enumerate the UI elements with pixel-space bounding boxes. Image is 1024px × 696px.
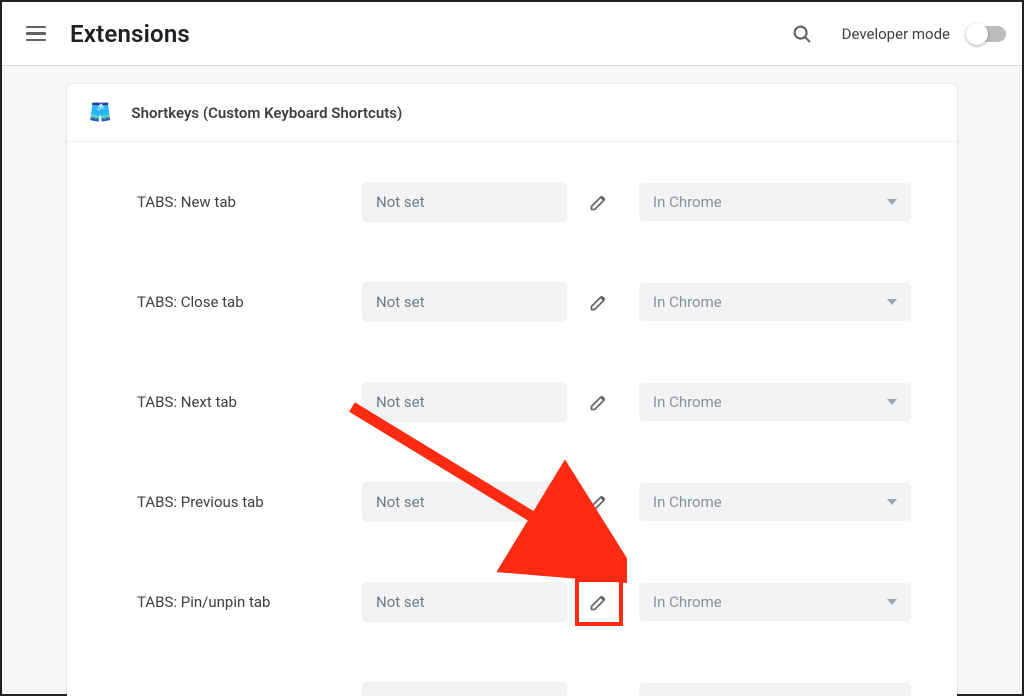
edit-shortcut-button[interactable] xyxy=(588,691,610,696)
developer-mode-label: Developer mode xyxy=(842,25,950,43)
developer-mode-toggle[interactable] xyxy=(968,26,1006,42)
scope-select-value: In Chrome xyxy=(653,193,722,211)
chevron-down-icon xyxy=(887,199,897,205)
scope-select[interactable]: In Chrome xyxy=(639,483,911,521)
scope-select[interactable]: In Chrome xyxy=(639,683,911,696)
page-title: Extensions xyxy=(70,20,190,48)
chevron-down-icon xyxy=(887,499,897,505)
pencil-icon xyxy=(589,392,609,412)
shortcut-row: TABS: Pin/unpin tabNot set In Chrome xyxy=(67,552,957,652)
edit-shortcut-button[interactable] xyxy=(588,391,610,413)
shortcut-input[interactable]: Not set xyxy=(362,282,567,322)
chevron-down-icon xyxy=(887,299,897,305)
pencil-icon xyxy=(589,192,609,212)
edit-cell xyxy=(575,678,623,696)
page-body: 🩳 Shortkeys (Custom Keyboard Shortcuts) … xyxy=(2,66,1022,694)
shortcut-row: TABS: Mute/unmute tabNot setIn Chrome xyxy=(67,652,957,696)
top-toolbar: Extensions Developer mode xyxy=(2,2,1022,66)
edit-shortcut-button[interactable] xyxy=(588,291,610,313)
menu-icon[interactable] xyxy=(26,22,50,46)
pencil-icon xyxy=(589,592,609,612)
chevron-down-icon xyxy=(887,599,897,605)
shortcut-label: TABS: Previous tab xyxy=(137,493,362,511)
scope-select-value: In Chrome xyxy=(653,393,722,411)
shortcut-row: TABS: Next tabNot set In Chrome xyxy=(67,352,957,452)
shortcut-row: TABS: New tabNot set In Chrome xyxy=(67,152,957,252)
pencil-icon xyxy=(589,492,609,512)
extension-icon: 🩳 xyxy=(89,102,111,123)
chevron-down-icon xyxy=(887,399,897,405)
card-header: 🩳 Shortkeys (Custom Keyboard Shortcuts) xyxy=(67,84,957,142)
shortcut-label: TABS: New tab xyxy=(137,193,362,211)
search-button[interactable] xyxy=(790,22,814,46)
shortcut-rows: TABS: New tabNot setIn ChromeTABS: Close… xyxy=(67,142,957,696)
extension-name: Shortkeys (Custom Keyboard Shortcuts) xyxy=(131,104,402,122)
shortcut-input[interactable]: Not set xyxy=(362,682,567,696)
shortcut-label: TABS: Next tab xyxy=(137,393,362,411)
shortcut-label: TABS: Close tab xyxy=(137,293,362,311)
edit-cell xyxy=(575,278,623,326)
edit-shortcut-button[interactable] xyxy=(588,491,610,513)
shortcut-input[interactable]: Not set xyxy=(362,182,567,222)
edit-cell xyxy=(575,578,623,626)
scope-select[interactable]: In Chrome xyxy=(639,383,911,421)
edit-shortcut-button[interactable] xyxy=(588,591,610,613)
shortcut-input[interactable]: Not set xyxy=(362,582,567,622)
shortcut-row: TABS: Previous tabNot set In Chrome xyxy=(67,452,957,552)
shortcut-row: TABS: Close tabNot set In Chrome xyxy=(67,252,957,352)
scope-select[interactable]: In Chrome xyxy=(639,283,911,321)
edit-cell xyxy=(575,378,623,426)
pencil-icon xyxy=(589,692,609,696)
shortcut-label: TABS: Pin/unpin tab xyxy=(137,593,362,611)
scope-select-value: In Chrome xyxy=(653,293,722,311)
search-icon xyxy=(791,23,813,45)
edit-cell xyxy=(575,478,623,526)
scope-select[interactable]: In Chrome xyxy=(639,183,911,221)
scope-select-value: In Chrome xyxy=(653,493,722,511)
edit-cell xyxy=(575,178,623,226)
shortcut-input[interactable]: Not set xyxy=(362,382,567,422)
shortcut-input[interactable]: Not set xyxy=(362,482,567,522)
extension-card: 🩳 Shortkeys (Custom Keyboard Shortcuts) … xyxy=(67,84,957,696)
scope-select[interactable]: In Chrome xyxy=(639,583,911,621)
toggle-knob xyxy=(966,23,988,45)
scope-select-value: In Chrome xyxy=(653,593,722,611)
pencil-icon xyxy=(589,292,609,312)
edit-shortcut-button[interactable] xyxy=(588,191,610,213)
